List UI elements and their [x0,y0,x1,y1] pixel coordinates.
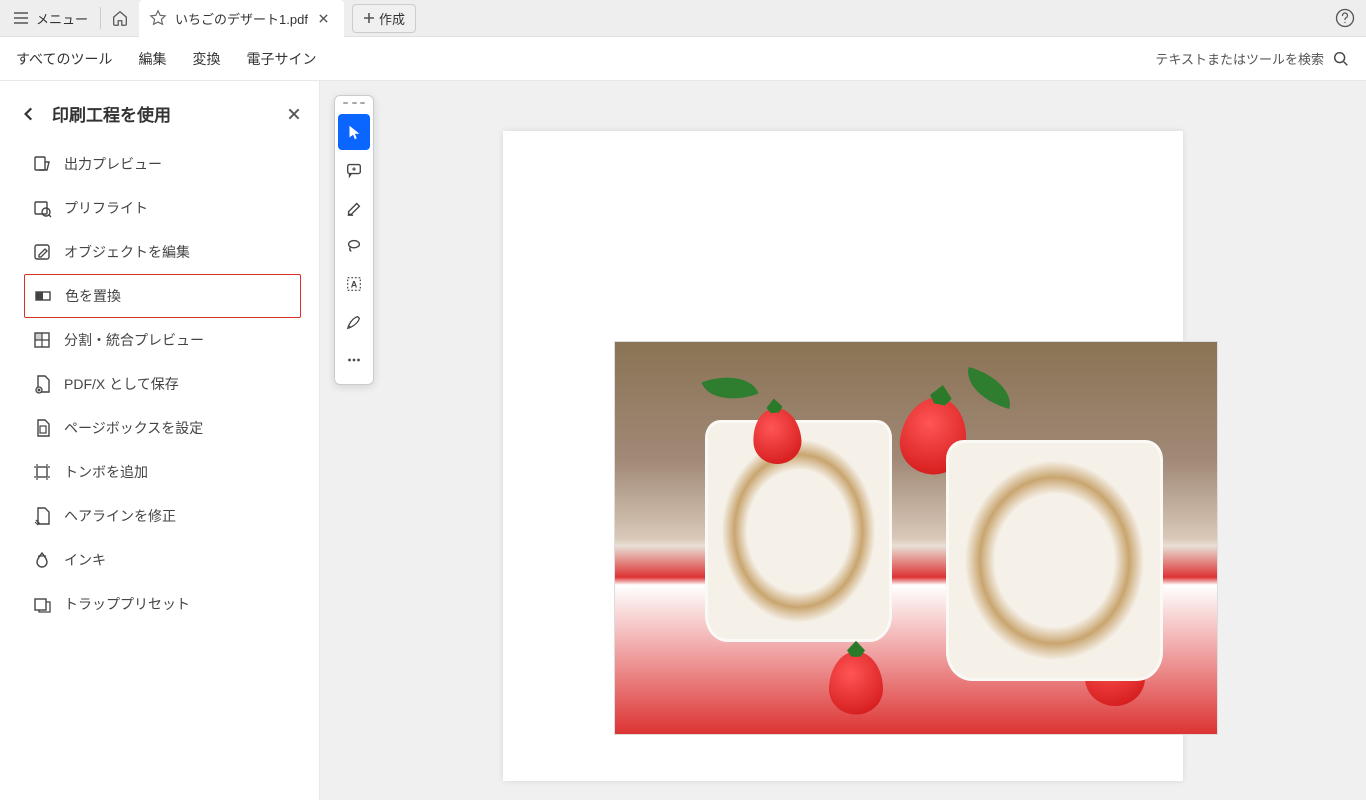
hamburger-icon [12,9,30,27]
lasso-icon [345,237,363,255]
home-button[interactable] [103,1,137,35]
search-area[interactable]: テキストまたはツールを検索 [1155,49,1350,68]
tool-label: オブジェクトを編集 [64,242,190,262]
tool-preflight[interactable]: プリフライト [24,186,301,230]
tool-label: プリフライト [64,198,148,218]
tool-label: トラッププリセット [64,594,190,614]
panel-close-button[interactable] [287,107,301,121]
ink-icon [32,550,52,570]
help-button[interactable] [1334,7,1356,29]
draw-icon [345,313,363,331]
menu-button[interactable]: メニュー [2,0,98,36]
tool-label: ページボックスを設定 [64,418,203,438]
tab-close-button[interactable] [316,10,332,26]
panel-title: 印刷工程を使用 [52,101,273,126]
tool-ink-manager[interactable]: インキ [24,538,301,582]
tool-label: トンボを追加 [64,462,148,482]
titlebar: メニュー いちごのデザート1.pdf 作成 [0,0,1366,37]
pencil-icon [345,199,363,217]
tab-filename: いちごのデザート1.pdf [175,9,308,28]
toolbar-grip[interactable] [343,102,365,108]
document-canvas[interactable]: A [320,81,1366,800]
preflight-icon [32,198,52,218]
trap-presets-icon [32,594,52,614]
text-select-icon: A [345,275,363,293]
close-icon [318,13,329,24]
document-image [614,341,1218,735]
more-tools[interactable] [338,342,370,378]
menu-label: メニュー [36,9,88,28]
tool-label: 分割・統合プレビュー [64,330,204,350]
tool-add-printer-marks[interactable]: トンボを追加 [24,450,301,494]
tool-fix-hairlines[interactable]: ヘアラインを修正 [24,494,301,538]
menu-convert[interactable]: 変換 [192,49,220,69]
panel-header: 印刷工程を使用 [0,101,319,142]
tool-flattener-preview[interactable]: 分割・統合プレビュー [24,318,301,362]
floating-toolbar: A [334,95,374,385]
tool-edit-object[interactable]: オブジェクトを編集 [24,230,301,274]
tool-list: 出力プレビュー プリフライト オブジェクトを編集 色を置換 分割・統合プレビュー… [0,142,319,626]
page-boxes-icon [32,418,52,438]
text-select-tool[interactable]: A [338,266,370,302]
tool-label: ヘアラインを修正 [64,506,176,526]
home-icon [111,9,129,27]
create-button[interactable]: 作成 [352,4,416,33]
tool-output-preview[interactable]: 出力プレビュー [24,142,301,186]
menu-all-tools[interactable]: すべてのツール [16,49,112,69]
edit-object-icon [32,242,52,262]
comment-tool[interactable] [338,152,370,188]
back-button[interactable] [20,105,38,123]
tool-trap-presets[interactable]: トラッププリセット [24,582,301,626]
help-icon [1335,8,1355,28]
printer-marks-icon [32,462,52,482]
tool-label: インキ [64,550,106,570]
create-label: 作成 [379,9,405,28]
plus-icon [363,12,375,24]
divider [100,7,101,29]
draw-tool[interactable] [338,304,370,340]
lasso-tool[interactable] [338,228,370,264]
main-area: 印刷工程を使用 出力プレビュー プリフライト オブジェクトを編集 色を置換 [0,81,1366,800]
output-preview-icon [32,154,52,174]
more-icon [345,351,363,369]
tool-convert-colors[interactable]: 色を置換 [24,274,301,318]
menubar: すべてのツール 編集 変換 電子サイン テキストまたはツールを検索 [0,37,1366,81]
svg-text:A: A [351,280,358,290]
hairlines-icon [32,506,52,526]
menu-esign[interactable]: 電子サイン [246,49,316,69]
comment-icon [345,161,363,179]
sidebar: 印刷工程を使用 出力プレビュー プリフライト オブジェクトを編集 色を置換 [0,81,320,800]
search-placeholder: テキストまたはツールを検索 [1155,49,1324,68]
highlight-tool[interactable] [338,190,370,226]
tool-save-pdfx[interactable]: PDF/X として保存 [24,362,301,406]
tool-set-page-boxes[interactable]: ページボックスを設定 [24,406,301,450]
select-tool[interactable] [338,114,370,150]
search-icon [1332,50,1350,68]
convert-colors-icon [33,286,53,306]
save-pdfx-icon [32,374,52,394]
tool-label: 色を置換 [65,286,121,306]
menu-edit[interactable]: 編集 [138,49,166,69]
document-tab[interactable]: いちごのデザート1.pdf [139,0,344,37]
cursor-icon [345,123,363,141]
flattener-icon [32,330,52,350]
tool-label: 出力プレビュー [64,154,162,174]
star-icon [149,9,167,27]
tool-label: PDF/X として保存 [64,374,179,394]
